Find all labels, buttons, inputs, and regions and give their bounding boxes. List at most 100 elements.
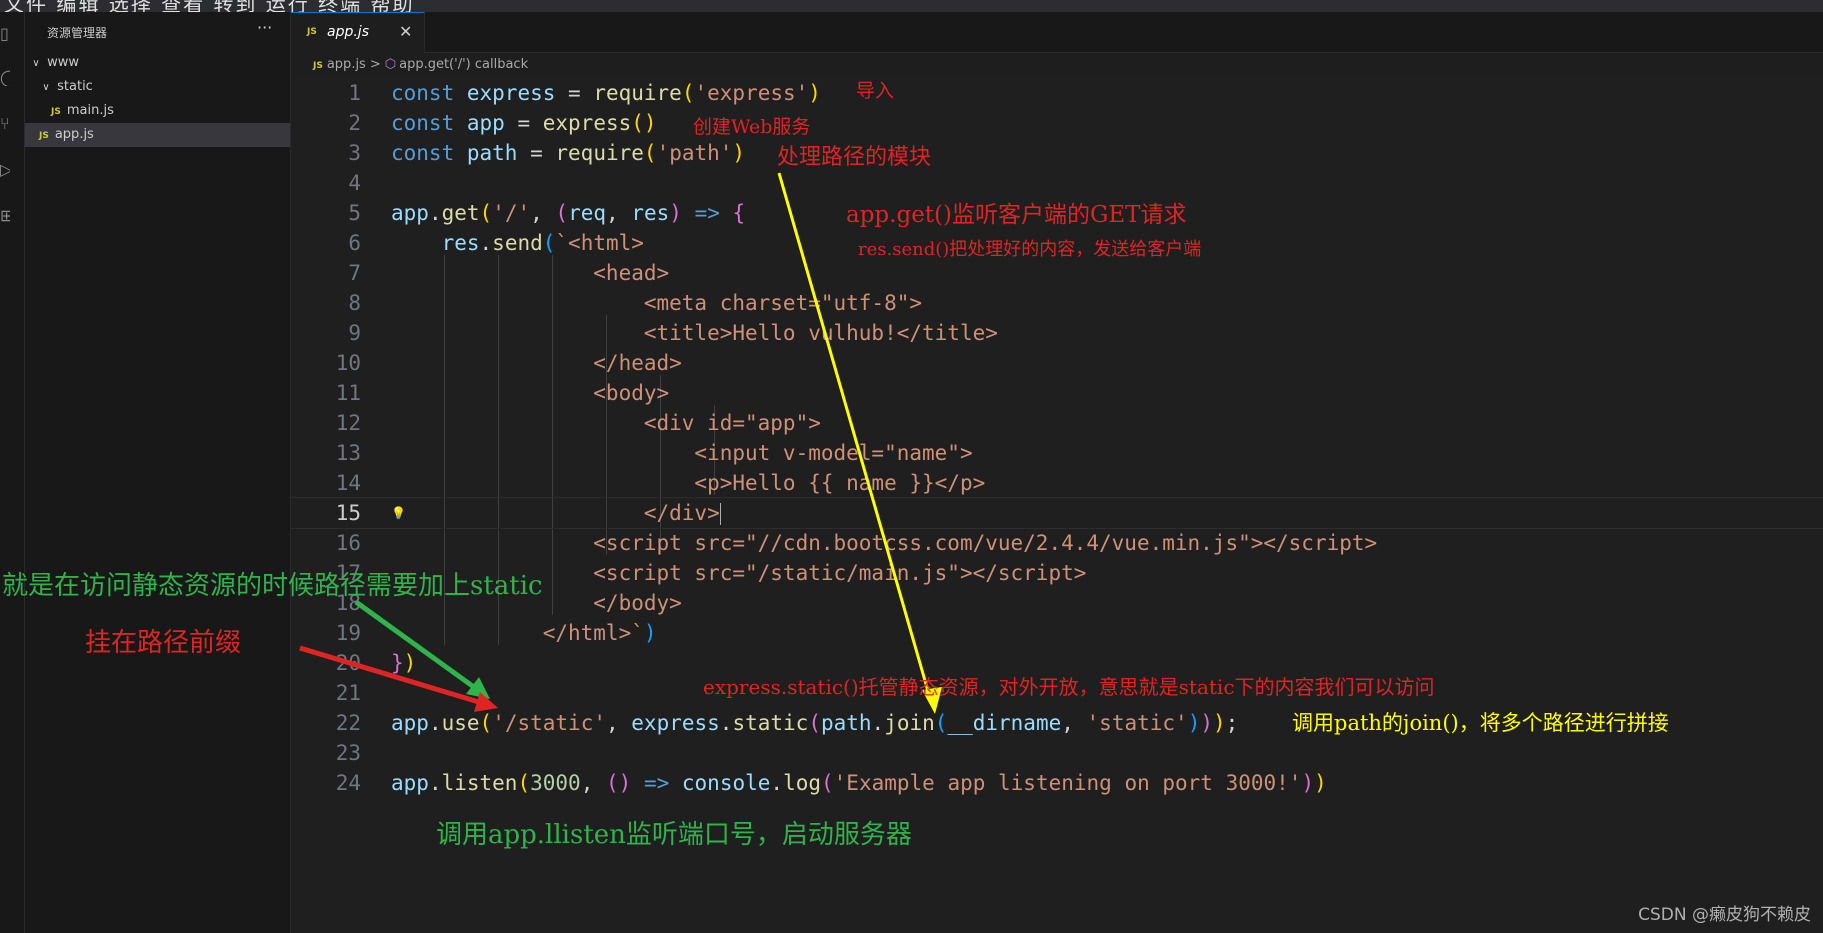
code-line[interactable]: 9 <title>Hello vulhub!</title> (291, 318, 1823, 348)
annotation-res-send: res.send()把处理好的内容，发送给客户端 (858, 239, 1202, 260)
code-line[interactable]: 13 <input v-model="name"> (291, 438, 1823, 468)
line-number: 7 (348, 261, 361, 285)
line-number: 19 (335, 621, 361, 645)
explorer-sidebar: 资源管理器 ··· ∨ www ∨ static JS main.js JS app… (25, 12, 291, 933)
line-code: </html>`) (391, 621, 657, 645)
chevron-down-icon: ∨ (42, 82, 50, 93)
tab-bar: JS app.js ✕ (291, 12, 1823, 53)
source-control-icon[interactable]: ⑂ (0, 116, 10, 132)
line-number: 13 (335, 441, 361, 465)
chevron-right-icon: > (369, 57, 381, 72)
tree-item-label: www (47, 55, 80, 70)
line-code: <input v-model="name"> (391, 441, 973, 465)
line-number: 6 (348, 231, 361, 255)
line-number: 12 (335, 411, 361, 435)
tree-item-label: main.js (66, 103, 114, 118)
explorer-title: 资源管理器 (47, 26, 108, 40)
menu-bar[interactable]: 文件 编辑 选择 查看 转到 运行 终端 帮助 (0, 0, 1823, 12)
code-line[interactable]: 8 <meta charset="utf-8"> (291, 288, 1823, 318)
line-code: <body> (391, 381, 670, 405)
line-code: <meta charset="utf-8"> (391, 291, 923, 315)
code-line[interactable]: 19 </html>`) (291, 618, 1823, 648)
annotation-path-module: 处理路径的模块 (777, 145, 932, 170)
code-line[interactable]: 12 <div id="app"> (291, 408, 1823, 438)
code-line-current[interactable]: 15 💡 </div> (290, 497, 1823, 529)
folder-static[interactable]: ∨ static (25, 75, 290, 99)
breadcrumb[interactable]: JS app.js > ⬡ app.get('/') callback (313, 54, 528, 76)
line-number: 24 (335, 771, 361, 795)
line-number: 14 (335, 471, 361, 495)
chevron-down-icon: ∨ (32, 58, 40, 69)
run-debug-icon[interactable]: ▷ (0, 162, 10, 178)
code-line[interactable]: 3 const path = require('path') (291, 138, 1823, 168)
line-number: 21 (335, 681, 361, 705)
code-line[interactable]: 14 <p>Hello {{ name }}</p> (291, 468, 1823, 498)
close-icon[interactable]: ✕ (399, 22, 412, 41)
line-number: 5 (348, 201, 361, 225)
line-code: res.send(`<html> (441, 231, 644, 255)
line-code: </div> (391, 501, 721, 525)
line-code: app.get('/', (req, res) => { (391, 201, 746, 225)
activity-bar: ▯ ◯ ⑂ ▷ ⊞ (0, 12, 25, 933)
code-line[interactable]: 24 app.listen(3000, () => console.log('Ex… (291, 768, 1823, 798)
line-number: 16 (335, 531, 361, 555)
code-line[interactable]: 16 <script src="//cdn.bootcss.com/vue/2.… (291, 528, 1823, 558)
folder-www[interactable]: ∨ www (25, 51, 290, 75)
line-code: <script src="//cdn.bootcss.com/vue/2.4.4… (391, 531, 1378, 555)
explorer-icon[interactable]: ▯ (0, 26, 10, 42)
line-code: <title>Hello vulhub!</title> (391, 321, 998, 345)
js-file-icon: JS (39, 131, 49, 141)
annotation-import: 导入 (856, 80, 895, 102)
search-icon[interactable]: ◯ (0, 70, 10, 86)
line-code: <div id="app"> (391, 411, 821, 435)
line-number: 3 (348, 141, 361, 165)
line-code: app.use('/static', express.static(path.j… (391, 711, 1239, 735)
code-line[interactable]: 1 const express = require('express') (291, 78, 1823, 108)
symbol-method-icon: ⬡ (384, 57, 397, 72)
line-code: </head> (391, 351, 682, 375)
js-file-icon: JS (313, 61, 323, 71)
watermark: CSDN @癞皮狗不赖皮 (1638, 905, 1811, 925)
line-number: 8 (348, 291, 361, 315)
annotation-listen: 调用app.llisten监听端口号，启动服务器 (436, 820, 912, 850)
line-code: }) (391, 651, 417, 675)
code-line[interactable]: 4 (291, 168, 1823, 198)
tab-app-js[interactable]: JS app.js ✕ (291, 12, 425, 53)
js-file-icon: JS (51, 107, 61, 117)
line-code: const path = require('path') (391, 141, 746, 165)
breadcrumb-symbol[interactable]: app.get('/') callback (399, 57, 528, 72)
annotation-app-get: app.get()监听客户端的GET请求 (846, 202, 1187, 228)
code-line[interactable]: 11 <body> (291, 378, 1823, 408)
annotation-create-web: 创建Web服务 (693, 116, 811, 138)
breadcrumb-file[interactable]: app.js (327, 57, 366, 72)
code-line[interactable]: 10 </head> (291, 348, 1823, 378)
line-number: 4 (348, 171, 361, 195)
line-code: const express = require('express') (391, 81, 821, 105)
line-number: 20 (335, 651, 361, 675)
code-line[interactable]: 2 const app = express() (291, 108, 1823, 138)
file-main-js[interactable]: JS main.js (25, 99, 290, 123)
line-number: 15 (335, 501, 361, 525)
line-number: 22 (335, 711, 361, 735)
annotation-static-desc: express.static()托管静态资源，对外开放，意思就是static下的… (703, 675, 1435, 699)
line-number: 23 (335, 741, 361, 765)
tree-item-label: static (57, 79, 93, 94)
code-line[interactable]: 7 <head> (291, 258, 1823, 288)
code-line[interactable]: 23 (291, 738, 1823, 768)
tree-item-label: app.js (54, 127, 94, 142)
line-code: app.listen(3000, () => console.log('Exam… (391, 771, 1327, 795)
annotation-prefix: 挂在路径前缀 (85, 628, 242, 658)
js-file-icon: JS (307, 27, 317, 37)
annotation-static-prefix: 就是在访问静态资源的时候路径需要加上static (2, 571, 543, 601)
line-number: 2 (348, 111, 361, 135)
line-number: 10 (335, 351, 361, 375)
line-number: 1 (348, 81, 361, 105)
line-code: <head> (391, 261, 670, 285)
tab-label: app.js (327, 24, 369, 40)
menu-items[interactable]: 文件 编辑 选择 查看 转到 运行 终端 帮助 (4, 0, 415, 12)
file-app-js[interactable]: JS app.js (25, 123, 290, 147)
annotation-path-join: 调用path的join()，将多个路径进行拼接 (1292, 711, 1669, 735)
more-actions-icon[interactable]: ··· (257, 18, 272, 37)
line-code: const app = express() (391, 111, 657, 135)
extensions-icon[interactable]: ⊞ (0, 208, 10, 224)
